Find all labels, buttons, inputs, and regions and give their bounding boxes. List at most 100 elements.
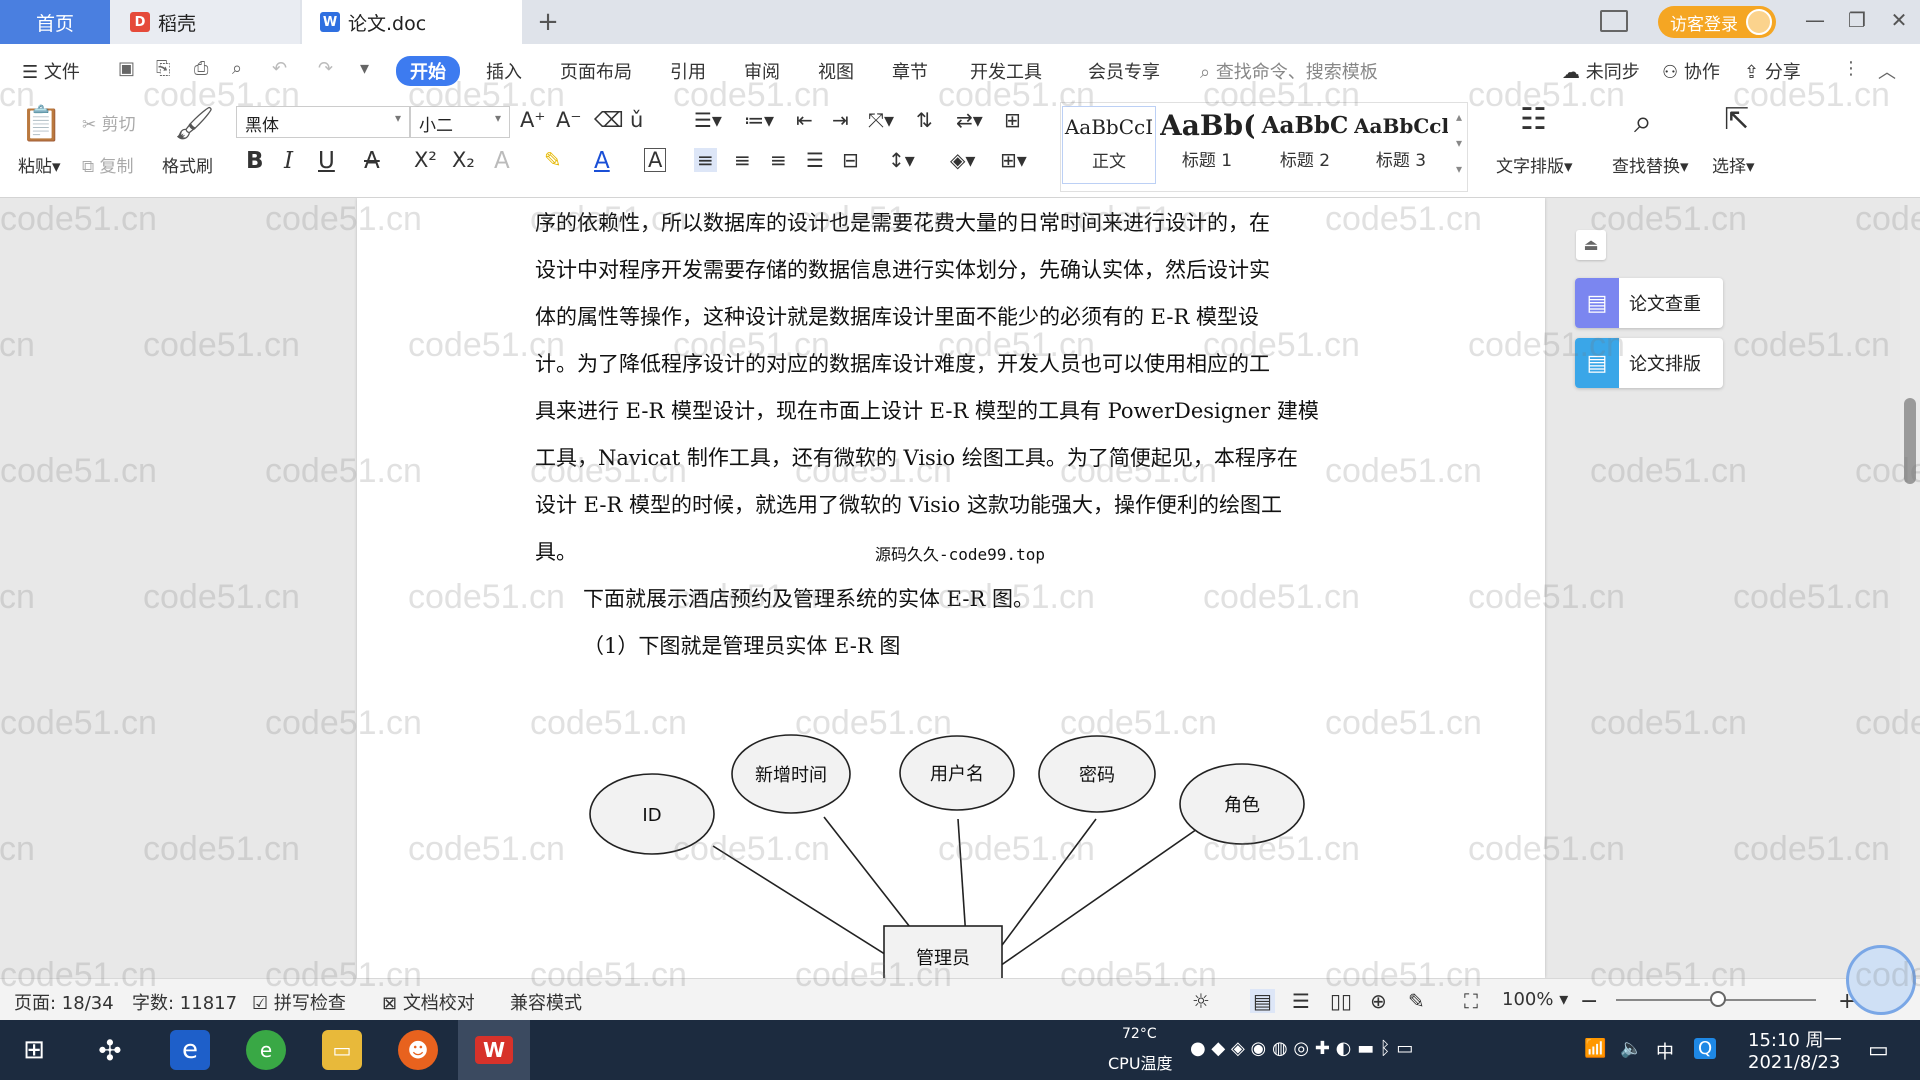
tab-document[interactable]: W 论文.doc <box>302 0 522 44</box>
tab-daoke[interactable]: D 稻壳 <box>110 0 300 44</box>
justify-icon[interactable]: ☰ <box>806 148 824 172</box>
style-scroll-icon[interactable]: ▴ ▾ ▾ <box>1456 104 1462 182</box>
style-normal[interactable]: AaBbCcI 正文 <box>1062 106 1156 184</box>
zoom-slider-handle[interactable] <box>1710 991 1726 1007</box>
redo-icon[interactable]: ↷ <box>318 58 333 79</box>
new-tab-button[interactable]: + <box>528 0 568 44</box>
bullet-list-icon[interactable]: ☰▾ <box>694 108 722 132</box>
fit-window-icon[interactable]: ⛶ <box>1464 989 1478 1013</box>
bold-icon[interactable]: B <box>246 148 264 174</box>
align-center-icon[interactable]: ≡ <box>734 148 751 172</box>
distribute-icon[interactable]: ⊟ <box>842 148 859 172</box>
close-button[interactable]: ✕ <box>1884 8 1914 32</box>
style-heading-1[interactable]: AaBb( 标题 1 <box>1160 106 1254 184</box>
magnifier-icon[interactable]: ⌕ <box>1634 102 1652 141</box>
undo-icon[interactable]: ↶ <box>272 58 287 79</box>
ruler-icon[interactable]: ⊞ <box>1004 108 1021 132</box>
clock-date[interactable]: 2021/8/23 <box>1748 1052 1840 1073</box>
wps-taskbar-button[interactable]: W <box>458 1020 530 1080</box>
clear-format-icon[interactable]: ⌫ <box>594 108 624 132</box>
tab-chapter[interactable]: 章节 <box>892 58 928 84</box>
find-replace-button[interactable]: 查找替换▾ <box>1612 152 1689 177</box>
align-right-icon[interactable]: ≡ <box>770 148 787 172</box>
char-border-icon[interactable]: A <box>644 148 667 172</box>
page-view-icon[interactable]: ▤ <box>1250 989 1275 1013</box>
font-size-select[interactable]: 小二 ▾ <box>410 106 510 138</box>
decrease-indent-icon[interactable]: ⇤ <box>796 108 813 132</box>
write-mode-icon[interactable]: ✎ <box>1408 989 1425 1013</box>
collaborate-button[interactable]: ⚇ 协作 <box>1662 58 1720 84</box>
font-color-icon[interactable]: A <box>594 148 610 174</box>
increase-indent-icon[interactable]: ⇥ <box>832 108 849 132</box>
text-layout-icon[interactable]: ☷ <box>1520 102 1547 137</box>
grow-font-icon[interactable]: A⁺ <box>520 108 545 132</box>
line-spacing-icon[interactable]: ↕▾ <box>888 148 915 172</box>
word-count[interactable]: 字数: 11817 <box>132 989 237 1015</box>
print-preview-icon[interactable]: ⌕ <box>232 58 242 79</box>
command-search[interactable]: ⌕ 查找命令、搜索模板 <box>1200 58 1378 84</box>
media-app-icon[interactable]: ☻ <box>398 1030 438 1070</box>
proofread-button[interactable]: ⊠ 文档校对 <box>382 989 475 1015</box>
zoom-level[interactable]: 100% ▾ <box>1502 989 1568 1010</box>
align-left-icon[interactable]: ≡ <box>694 148 717 172</box>
zoom-slider[interactable] <box>1616 991 1816 1007</box>
eye-protection-icon[interactable]: ☼ <box>1192 989 1210 1013</box>
shading-icon[interactable]: ◈▾ <box>950 148 975 172</box>
tab-home-ribbon[interactable]: 开始 <box>396 56 460 86</box>
tab-member[interactable]: 会员专享 <box>1088 58 1160 84</box>
file-menu[interactable]: ☰ 文件 <box>22 58 80 84</box>
zoom-out-button[interactable]: − <box>1580 989 1598 1014</box>
underline-icon[interactable]: U <box>318 148 335 174</box>
file-explorer-icon[interactable]: ▭ <box>322 1030 362 1070</box>
collapse-ribbon-icon[interactable]: ︿ <box>1878 58 1896 84</box>
shrink-font-icon[interactable]: A⁻ <box>556 108 581 132</box>
tab-view[interactable]: 视图 <box>818 58 854 84</box>
text-direction-icon[interactable]: ⇄▾ <box>956 108 983 132</box>
tab-developer-tools[interactable]: 开发工具 <box>970 58 1042 84</box>
print-icon[interactable]: ⎙ <box>194 58 208 79</box>
strikethrough-icon[interactable]: A <box>364 148 380 174</box>
paper-check-button[interactable]: ▤ 论文查重 <box>1575 278 1723 328</box>
tab-home[interactable]: 首页 <box>0 0 110 44</box>
paste-button[interactable]: 粘贴▾ <box>18 152 61 177</box>
text-layout-button[interactable]: 文字排版▾ <box>1496 152 1573 177</box>
highlight-icon[interactable]: ✎ <box>544 148 562 172</box>
numbered-list-icon[interactable]: ≔▾ <box>744 108 774 132</box>
save-icon[interactable]: ▣ <box>118 58 135 79</box>
clock-time[interactable]: 15:10 周一 <box>1748 1026 1842 1052</box>
style-heading-2[interactable]: AaBbC 标题 2 <box>1258 106 1352 184</box>
more-icon[interactable]: ⋮ <box>1842 58 1860 79</box>
vertical-scrollbar[interactable] <box>1900 198 1920 978</box>
document-page[interactable]: 序的依赖性，所以数据库的设计也是需要花费大量的日常时间来进行设计的，在 设计中对… <box>357 198 1545 978</box>
scrollbar-thumb[interactable] <box>1904 398 1916 484</box>
wifi-icon[interactable]: 📶 <box>1584 1038 1606 1059</box>
style-heading-3[interactable]: AaBbCcl 标题 3 <box>1354 106 1448 184</box>
paste-icon[interactable]: 📋 <box>20 104 62 144</box>
pinwheel-app-icon[interactable]: ✣ <box>90 1030 130 1070</box>
cut-button[interactable]: ✂ 剪切 <box>82 110 136 135</box>
tray-app-icons[interactable]: ● ◆ ◈ ◉ ◍ ◎ ✚ ◐ ▬ ᛒ ▭ <box>1190 1038 1413 1059</box>
subscript-icon[interactable]: X₂ <box>452 148 475 172</box>
format-painter-button[interactable]: 格式刷 <box>162 152 213 177</box>
reading-view-icon[interactable]: ▯▯ <box>1330 989 1352 1013</box>
notification-icon[interactable]: ▭ <box>1868 1038 1889 1063</box>
restore-button[interactable]: ❐ <box>1842 8 1872 32</box>
phonetic-guide-icon[interactable]: ǔ <box>630 108 643 132</box>
ime-indicator[interactable]: 中 <box>1656 1038 1674 1064</box>
customize-chevron-icon[interactable]: ▾ <box>360 58 369 79</box>
minimize-button[interactable]: — <box>1800 8 1830 32</box>
export-icon[interactable]: ⎘ <box>156 58 170 79</box>
cursor-icon[interactable]: ⇱ <box>1724 102 1749 137</box>
input-method-icon[interactable]: Q <box>1694 1038 1717 1059</box>
sort-icon[interactable]: ⇅ <box>916 108 933 132</box>
borders-icon[interactable]: ⊞▾ <box>1000 148 1027 172</box>
copy-button[interactable]: ⧉ 复制 <box>82 152 134 177</box>
text-effect-icon[interactable]: A <box>494 148 510 174</box>
tab-references[interactable]: 引用 <box>670 58 706 84</box>
format-painter-icon[interactable]: 🖌 <box>174 104 215 142</box>
browser-360-icon[interactable]: e <box>246 1030 286 1070</box>
chinese-layout-icon[interactable]: ⤧▾ <box>868 108 894 132</box>
volume-icon[interactable]: 🔈 <box>1620 1038 1642 1059</box>
tab-review[interactable]: 审阅 <box>744 58 780 84</box>
paper-layout-button[interactable]: ▤ 论文排版 <box>1575 338 1723 388</box>
